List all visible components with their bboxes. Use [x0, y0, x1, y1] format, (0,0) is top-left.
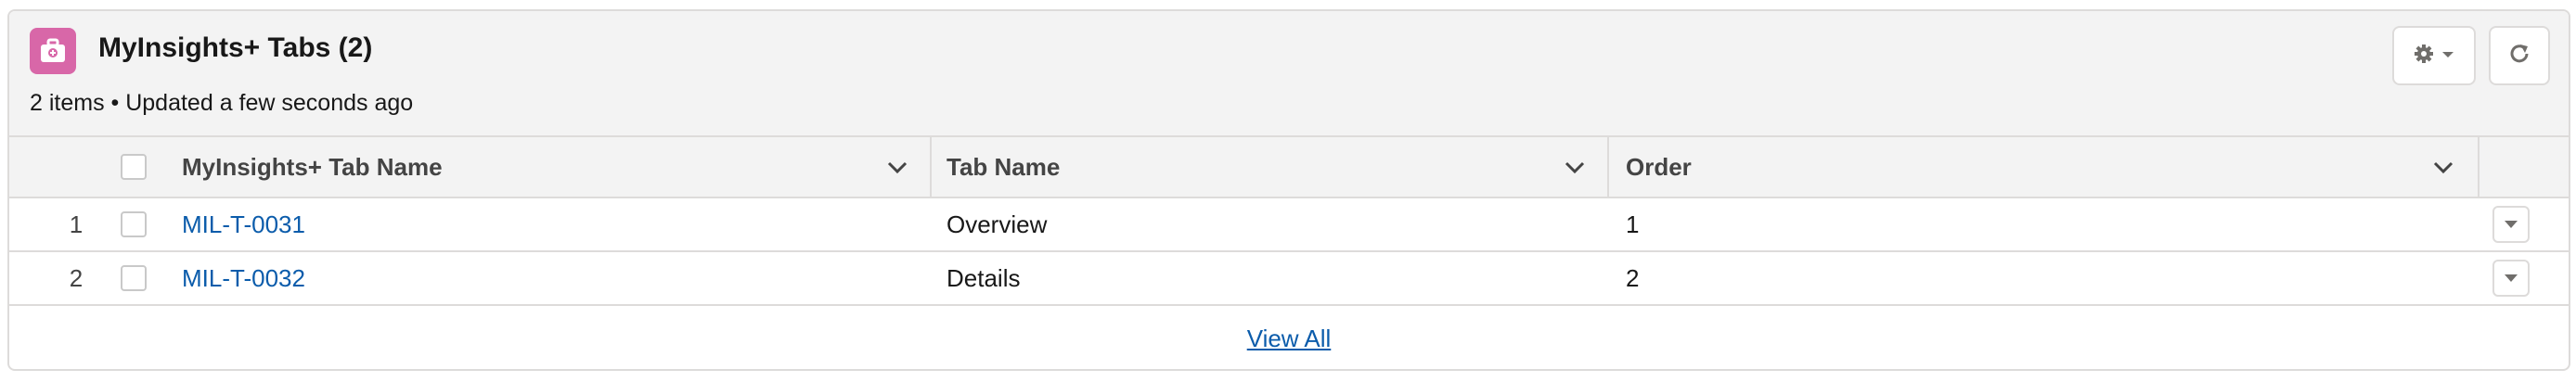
chevron-down-icon[interactable]: [2431, 156, 2455, 180]
record-link[interactable]: MIL-T-0032: [182, 252, 305, 304]
record-link[interactable]: MIL-T-0031: [182, 198, 305, 250]
row-checkbox[interactable]: [121, 265, 147, 291]
select-all-checkbox[interactable]: [121, 154, 147, 180]
related-list-card: MyInsights+ Tabs (2) 2 items • Updated a…: [7, 9, 2570, 371]
table-header-row: MyInsights+ Tab Name Tab Name Order: [9, 137, 2569, 198]
column-header-order[interactable]: Order: [1626, 137, 1692, 197]
caret-down-icon: [2505, 274, 2518, 282]
column-divider: [2478, 137, 2479, 198]
card-footer: View All: [9, 308, 2569, 369]
order-cell: 2: [1626, 263, 1640, 292]
chevron-down-icon[interactable]: [885, 156, 909, 180]
row-number: 2: [69, 263, 84, 292]
chevron-down-icon[interactable]: [1563, 156, 1587, 180]
order-cell: 1: [1626, 210, 1640, 238]
view-all-link[interactable]: View All: [1247, 325, 1332, 353]
table-row: 1 MIL-T-0031 Overview 1: [9, 198, 2569, 252]
tab-name-cell: Details: [947, 263, 1021, 292]
card-title[interactable]: MyInsights+ Tabs (2): [98, 30, 372, 67]
row-actions-button[interactable]: [2492, 206, 2530, 243]
column-divider[interactable]: [1607, 137, 1609, 198]
refresh-icon: [2506, 41, 2532, 71]
row-actions-button[interactable]: [2492, 260, 2530, 297]
column-header-myinsights-tab-name[interactable]: MyInsights+ Tab Name: [182, 137, 443, 197]
gear-icon: [2414, 40, 2441, 72]
card-header: MyInsights+ Tabs (2) 2 items • Updated a…: [9, 11, 2569, 137]
row-checkbox[interactable]: [121, 211, 147, 237]
card-meta: 2 items • Updated a few seconds ago: [30, 90, 414, 116]
briefcase-icon: [30, 28, 76, 74]
caret-down-icon: [2441, 47, 2454, 64]
caret-down-icon: [2505, 221, 2518, 228]
row-number: 1: [69, 210, 84, 238]
refresh-button[interactable]: [2489, 26, 2550, 85]
column-header-tab-name[interactable]: Tab Name: [947, 137, 1060, 197]
tab-name-cell: Overview: [947, 210, 1048, 238]
column-divider[interactable]: [930, 137, 932, 198]
table-row: 2 MIL-T-0032 Details 2: [9, 252, 2569, 306]
list-settings-button[interactable]: [2392, 26, 2476, 85]
